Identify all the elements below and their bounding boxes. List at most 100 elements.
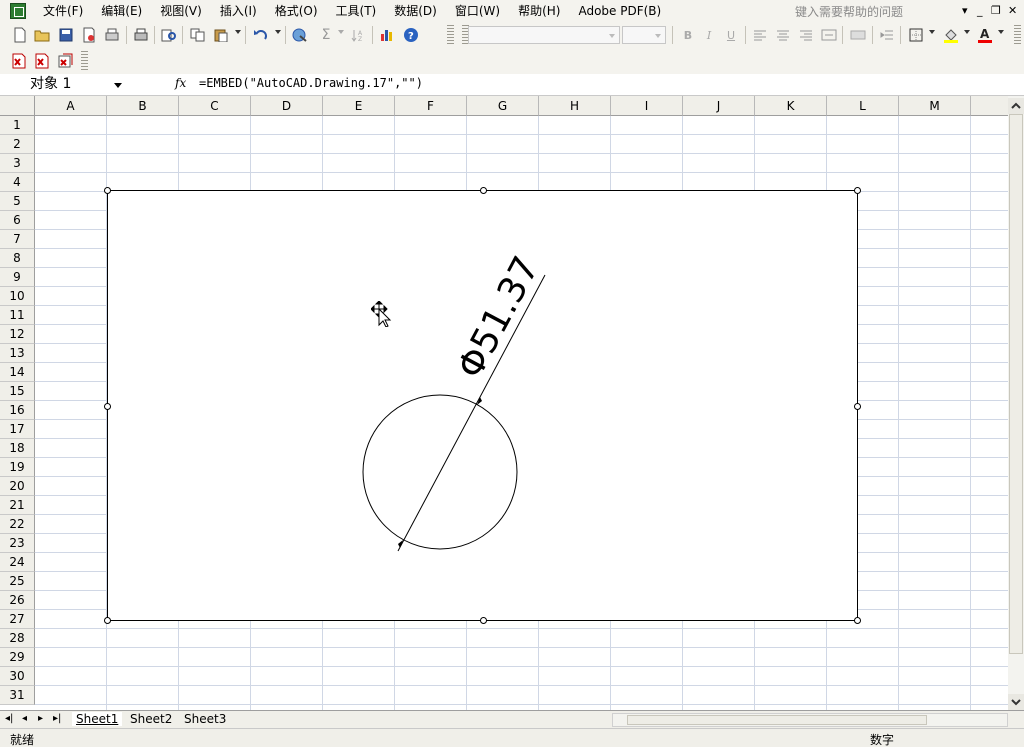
- font-color-icon[interactable]: A: [977, 27, 993, 43]
- column-header[interactable]: K: [755, 96, 827, 116]
- row-header[interactable]: 17: [0, 420, 35, 439]
- row-header[interactable]: 28: [0, 629, 35, 648]
- fill-color-icon[interactable]: [943, 27, 959, 43]
- row-header[interactable]: 18: [0, 439, 35, 458]
- column-header[interactable]: E: [323, 96, 395, 116]
- fill-color-dropdown-icon[interactable]: [964, 30, 970, 34]
- sheet-tab-sheet1[interactable]: Sheet1: [72, 712, 123, 726]
- last-sheet-icon[interactable]: ▸|: [53, 713, 61, 724]
- menu-format[interactable]: 格式(O): [266, 0, 327, 22]
- row-header[interactable]: 16: [0, 401, 35, 420]
- print-preview-icon[interactable]: [104, 27, 120, 43]
- row-header[interactable]: 23: [0, 534, 35, 553]
- vertical-scrollbar[interactable]: [1008, 96, 1024, 710]
- row-header[interactable]: 19: [0, 458, 35, 477]
- close-icon[interactable]: ✕: [1008, 4, 1017, 17]
- row-header[interactable]: 30: [0, 667, 35, 686]
- row-header[interactable]: 24: [0, 553, 35, 572]
- prev-sheet-icon[interactable]: ◂: [22, 713, 27, 724]
- row-header[interactable]: 7: [0, 230, 35, 249]
- formula-input[interactable]: =EMBED("AutoCAD.Drawing.17",""): [199, 76, 423, 90]
- menu-insert[interactable]: 插入(I): [211, 0, 266, 22]
- row-header[interactable]: 26: [0, 591, 35, 610]
- pdf-toolbar-grip-icon[interactable]: [81, 51, 88, 71]
- convert-and-email-pdf-icon[interactable]: [34, 53, 50, 69]
- font-color-dropdown-icon[interactable]: [998, 30, 1004, 34]
- vertical-scroll-thumb[interactable]: [1009, 114, 1023, 654]
- row-header[interactable]: 14: [0, 363, 35, 382]
- sheet-tab-sheet3[interactable]: Sheet3: [180, 712, 230, 726]
- menu-adobe-pdf[interactable]: Adobe PDF(B): [569, 0, 670, 22]
- row-header[interactable]: 6: [0, 211, 35, 230]
- row-header[interactable]: 31: [0, 686, 35, 705]
- column-header-partial[interactable]: [971, 96, 1008, 116]
- toolbar-grip-icon[interactable]: [447, 25, 454, 45]
- row-header[interactable]: 4: [0, 173, 35, 192]
- menu-help[interactable]: 帮助(H): [509, 0, 569, 22]
- row-header[interactable]: 3: [0, 154, 35, 173]
- toolbar-options-icon[interactable]: [1014, 25, 1021, 45]
- row-header[interactable]: 22: [0, 515, 35, 534]
- italic-icon[interactable]: I: [701, 27, 717, 43]
- row-header[interactable]: 15: [0, 382, 35, 401]
- menu-data[interactable]: 数据(D): [385, 0, 446, 22]
- embedded-autocad-object[interactable]: Φ51.37: [104, 187, 861, 624]
- row-header[interactable]: 25: [0, 572, 35, 591]
- column-header[interactable]: M: [899, 96, 971, 116]
- row-header[interactable]: 10: [0, 287, 35, 306]
- new-document-icon[interactable]: [12, 27, 28, 43]
- paste-dropdown-icon[interactable]: [235, 30, 241, 34]
- name-box[interactable]: 对象 1: [2, 75, 126, 93]
- resize-handle-left[interactable]: [104, 403, 111, 410]
- font-name-select[interactable]: [468, 26, 620, 44]
- help-dropdown-icon[interactable]: ▾: [962, 4, 968, 17]
- column-header[interactable]: I: [611, 96, 683, 116]
- row-header[interactable]: 8: [0, 249, 35, 268]
- menu-tools[interactable]: 工具(T): [327, 0, 386, 22]
- bold-icon[interactable]: B: [680, 27, 696, 43]
- sheet-tab-sheet2[interactable]: Sheet2: [126, 712, 176, 726]
- resize-handle-bottom-right[interactable]: [854, 617, 861, 624]
- merge-center-icon[interactable]: [821, 27, 837, 43]
- convert-to-pdf-icon[interactable]: [11, 53, 27, 69]
- paste-icon[interactable]: [213, 27, 229, 43]
- align-left-icon[interactable]: [752, 27, 768, 43]
- select-all-corner[interactable]: [0, 96, 35, 116]
- column-header[interactable]: F: [395, 96, 467, 116]
- column-header[interactable]: A: [35, 96, 107, 116]
- row-header[interactable]: 29: [0, 648, 35, 667]
- row-header[interactable]: 1: [0, 116, 35, 135]
- underline-icon[interactable]: U: [723, 27, 739, 43]
- name-box-dropdown-icon[interactable]: [114, 83, 122, 88]
- row-header[interactable]: 21: [0, 496, 35, 515]
- align-right-icon[interactable]: [798, 27, 814, 43]
- open-folder-icon[interactable]: [34, 27, 50, 43]
- decrease-indent-icon[interactable]: [879, 27, 895, 43]
- horizontal-scrollbar[interactable]: [612, 713, 1008, 727]
- excel-app-icon[interactable]: [10, 3, 26, 19]
- column-header[interactable]: D: [251, 96, 323, 116]
- autosum-icon[interactable]: Σ: [318, 27, 334, 43]
- row-header[interactable]: 13: [0, 344, 35, 363]
- next-sheet-icon[interactable]: ▸: [38, 713, 43, 724]
- restore-icon[interactable]: ❐: [991, 4, 1001, 17]
- row-header[interactable]: 12: [0, 325, 35, 344]
- row-header[interactable]: 5: [0, 192, 35, 211]
- menu-file[interactable]: 文件(F): [34, 0, 92, 22]
- menu-view[interactable]: 视图(V): [151, 0, 211, 22]
- chart-wizard-icon[interactable]: [379, 27, 395, 43]
- row-header[interactable]: 27: [0, 610, 35, 629]
- row-header[interactable]: 2: [0, 135, 35, 154]
- undo-icon[interactable]: [253, 27, 269, 43]
- column-header[interactable]: C: [179, 96, 251, 116]
- sort-ascending-icon[interactable]: AZ: [350, 27, 366, 43]
- resize-handle-top[interactable]: [480, 187, 487, 194]
- first-sheet-icon[interactable]: ◂|: [5, 713, 13, 724]
- column-header[interactable]: B: [107, 96, 179, 116]
- resize-handle-top-left[interactable]: [104, 187, 111, 194]
- minimize-icon[interactable]: _: [977, 4, 983, 17]
- permission-icon[interactable]: [81, 27, 97, 43]
- column-header[interactable]: H: [539, 96, 611, 116]
- print-icon[interactable]: [133, 27, 149, 43]
- autosum-dropdown-icon[interactable]: [338, 30, 344, 34]
